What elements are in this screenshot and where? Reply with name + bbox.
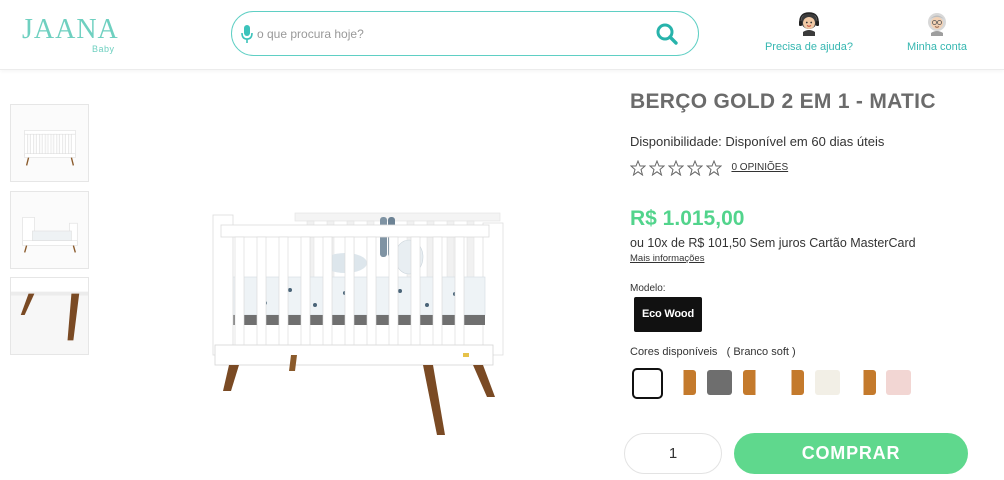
site-header: JAANA Baby Precisa de ajuda? [0, 0, 1004, 70]
thumbnail-leg-closeup[interactable] [10, 277, 89, 355]
color-swatch[interactable] [743, 370, 768, 395]
account-link[interactable]: Minha conta [897, 10, 977, 60]
availability-text: Disponibilidade: Disponível em 60 dias ú… [630, 134, 885, 149]
model-option-eco-wood[interactable]: Eco Wood [634, 297, 702, 332]
help-label: Precisa de ajuda? [764, 41, 854, 53]
model-label: Modelo: [630, 283, 666, 294]
star-outline-icon[interactable] [630, 159, 646, 176]
leg-closeup-thumbnail-image [11, 278, 88, 354]
microphone-icon[interactable] [240, 24, 254, 44]
color-swatch[interactable] [671, 370, 696, 395]
search-input[interactable] [257, 21, 647, 47]
star-outline-icon[interactable] [668, 159, 684, 176]
star-outline-icon[interactable] [649, 159, 665, 176]
star-outline-icon[interactable] [706, 159, 722, 176]
colors-label: Cores disponíveis ( Branco soft ) [630, 346, 796, 358]
color-swatch[interactable] [632, 368, 663, 399]
account-label: Minha conta [907, 41, 967, 53]
search-icon[interactable] [654, 21, 680, 47]
color-swatch[interactable] [851, 370, 876, 395]
star-outline-icon[interactable] [687, 159, 703, 176]
color-swatch[interactable] [886, 370, 911, 395]
more-info-link[interactable]: Mais informações [630, 253, 704, 264]
user-avatar-icon [928, 13, 946, 36]
color-swatch[interactable] [815, 370, 840, 395]
brand-name: JAANA [22, 14, 119, 45]
headset-avatar-icon [799, 12, 819, 36]
rating-stars: 0 OPINIÕES [630, 159, 788, 177]
main-product-image[interactable] [195, 195, 525, 445]
crib-thumbnail-image [11, 105, 88, 181]
help-link[interactable]: Precisa de ajuda? [758, 10, 860, 60]
brand-sub: Baby [92, 44, 115, 54]
product-title: BERÇO GOLD 2 EM 1 - MATIC [630, 90, 936, 113]
product-price: R$ 1.015,00 [630, 207, 745, 230]
installments-text: ou 10x de R$ 101,50 Sem juros Cartão Mas… [630, 236, 916, 250]
thumbnail-toddler-bed[interactable] [10, 191, 89, 269]
toddler-bed-thumbnail-image [11, 192, 88, 268]
brand-logo[interactable]: JAANA Baby [22, 14, 122, 58]
search-bar [231, 11, 699, 56]
thumbnail-crib[interactable] [10, 104, 89, 182]
reviews-link[interactable]: 0 OPINIÕES [731, 162, 788, 173]
quantity-input[interactable] [624, 433, 722, 474]
color-swatch[interactable] [707, 370, 732, 395]
buy-button[interactable]: COMPRAR [734, 433, 968, 474]
color-swatch[interactable] [779, 370, 804, 395]
